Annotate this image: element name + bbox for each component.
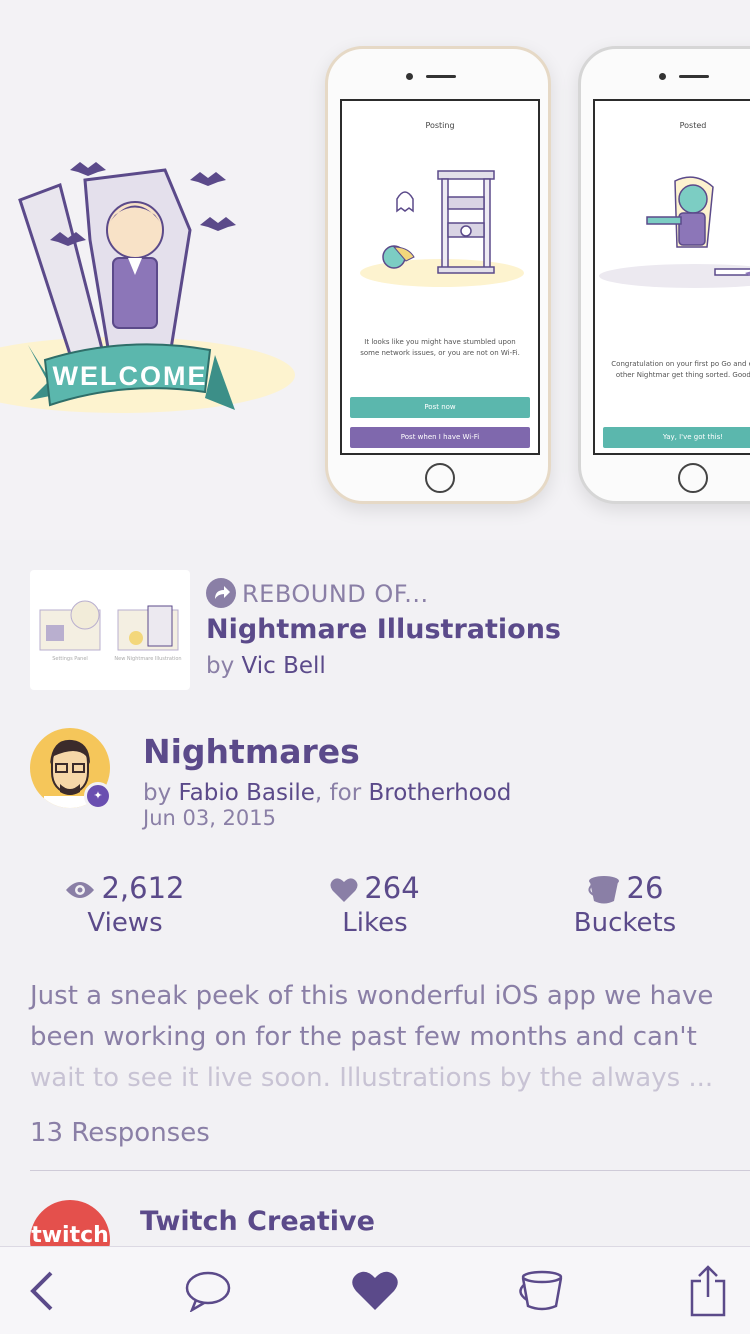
- screen-title: Posted: [679, 121, 707, 130]
- shot-title: Nightmares: [143, 732, 360, 771]
- shot-description[interactable]: Just a sneak peek of this wonderful iOS …: [30, 976, 720, 1099]
- like-button[interactable]: [335, 1247, 415, 1334]
- description-line: been working on for the past few months …: [30, 1022, 697, 1052]
- welcome-illustration: WELCOME: [0, 162, 295, 413]
- phone-mockup-posted: Posted Congratulation on your first po G…: [578, 46, 750, 504]
- share-button[interactable]: [668, 1247, 748, 1334]
- comment-icon: [185, 1271, 231, 1312]
- rebound-author-link[interactable]: Vic Bell: [242, 653, 326, 679]
- post-now-button: Post now: [350, 397, 530, 418]
- views-stat[interactable]: 2,612 Views: [0, 868, 250, 938]
- shot-info: ✦ Nightmares by Fabio Basile, for Brothe…: [30, 728, 730, 838]
- description-line: wait to see it live soon. Illustrations …: [30, 1063, 714, 1093]
- eye-icon: [66, 882, 95, 898]
- guillotine-illustration: [360, 170, 524, 287]
- team-link[interactable]: Brotherhood: [368, 780, 511, 806]
- svg-text:New Nightmare Illustration: New Nightmare Illustration: [114, 656, 181, 662]
- screen-title: Posting: [425, 121, 455, 130]
- bucket-button[interactable]: [500, 1247, 580, 1334]
- response-author[interactable]: Twitch Creative: [140, 1206, 375, 1237]
- response-avatar[interactable]: twitch: [30, 1200, 110, 1250]
- shot-date: Jun 03, 2015: [143, 806, 277, 830]
- views-count: 2,612: [101, 871, 185, 905]
- screen-message: It looks like you might have stumbled up…: [360, 338, 520, 357]
- rebound-thumbnail-image: Settings Panel New Nightmare Illustratio…: [39, 600, 182, 662]
- post-later-button: Post when I have Wi-Fi: [350, 427, 530, 448]
- divider: [30, 1170, 750, 1171]
- shot-stats: 2,612 Views 264 Likes 26 Buckets: [0, 868, 750, 948]
- shot-byline: by Fabio Basile, for Brotherhood: [143, 780, 512, 806]
- rebound-byline: by Vic Bell: [206, 653, 326, 679]
- heart-icon: [352, 1271, 398, 1310]
- bucket-icon: [519, 1270, 563, 1311]
- screen-message: Congratulation on your first po Go and e…: [611, 360, 750, 379]
- heart-icon: [330, 878, 358, 902]
- rebound-title[interactable]: Nightmare Illustrations: [206, 614, 561, 645]
- bottom-toolbar: [0, 1246, 750, 1334]
- zombie-illustration: [599, 176, 750, 288]
- likes-label: Likes: [342, 908, 408, 938]
- chevron-left-icon: [30, 1271, 53, 1311]
- rebound-thumbnail[interactable]: Settings Panel New Nightmare Illustratio…: [30, 570, 190, 690]
- likes-count: 264: [364, 871, 420, 905]
- views-label: Views: [87, 908, 163, 938]
- welcome-banner-text: WELCOME: [53, 361, 208, 391]
- response-item[interactable]: twitch Twitch Creative: [30, 1200, 750, 1250]
- rebound-label: REBOUND OF...: [206, 578, 429, 608]
- author-link[interactable]: Fabio Basile: [179, 780, 315, 806]
- description-line: Just a sneak peek of this wonderful iOS …: [30, 981, 714, 1011]
- likes-stat[interactable]: 264 Likes: [250, 868, 500, 938]
- responses-count: 13 Responses: [30, 1118, 210, 1148]
- share-icon: [690, 1265, 726, 1317]
- rebound-section[interactable]: Settings Panel New Nightmare Illustratio…: [30, 570, 730, 690]
- rebound-icon: [206, 578, 236, 608]
- bucket-icon: [588, 876, 619, 904]
- buckets-count: 26: [626, 871, 664, 905]
- phone-mockup-posting: Posting It looks like you might have stu…: [325, 46, 551, 504]
- buckets-stat[interactable]: 26 Buckets: [500, 868, 750, 938]
- shot-image[interactable]: WELCOME Posting It looks like you might …: [0, 0, 750, 540]
- back-button[interactable]: [2, 1247, 82, 1334]
- svg-text:Settings Panel: Settings Panel: [52, 656, 88, 662]
- team-badge-icon: ✦: [84, 782, 112, 810]
- yay-button: Yay, I've got this!: [603, 427, 750, 448]
- comment-button[interactable]: [168, 1247, 248, 1334]
- buckets-label: Buckets: [573, 908, 677, 938]
